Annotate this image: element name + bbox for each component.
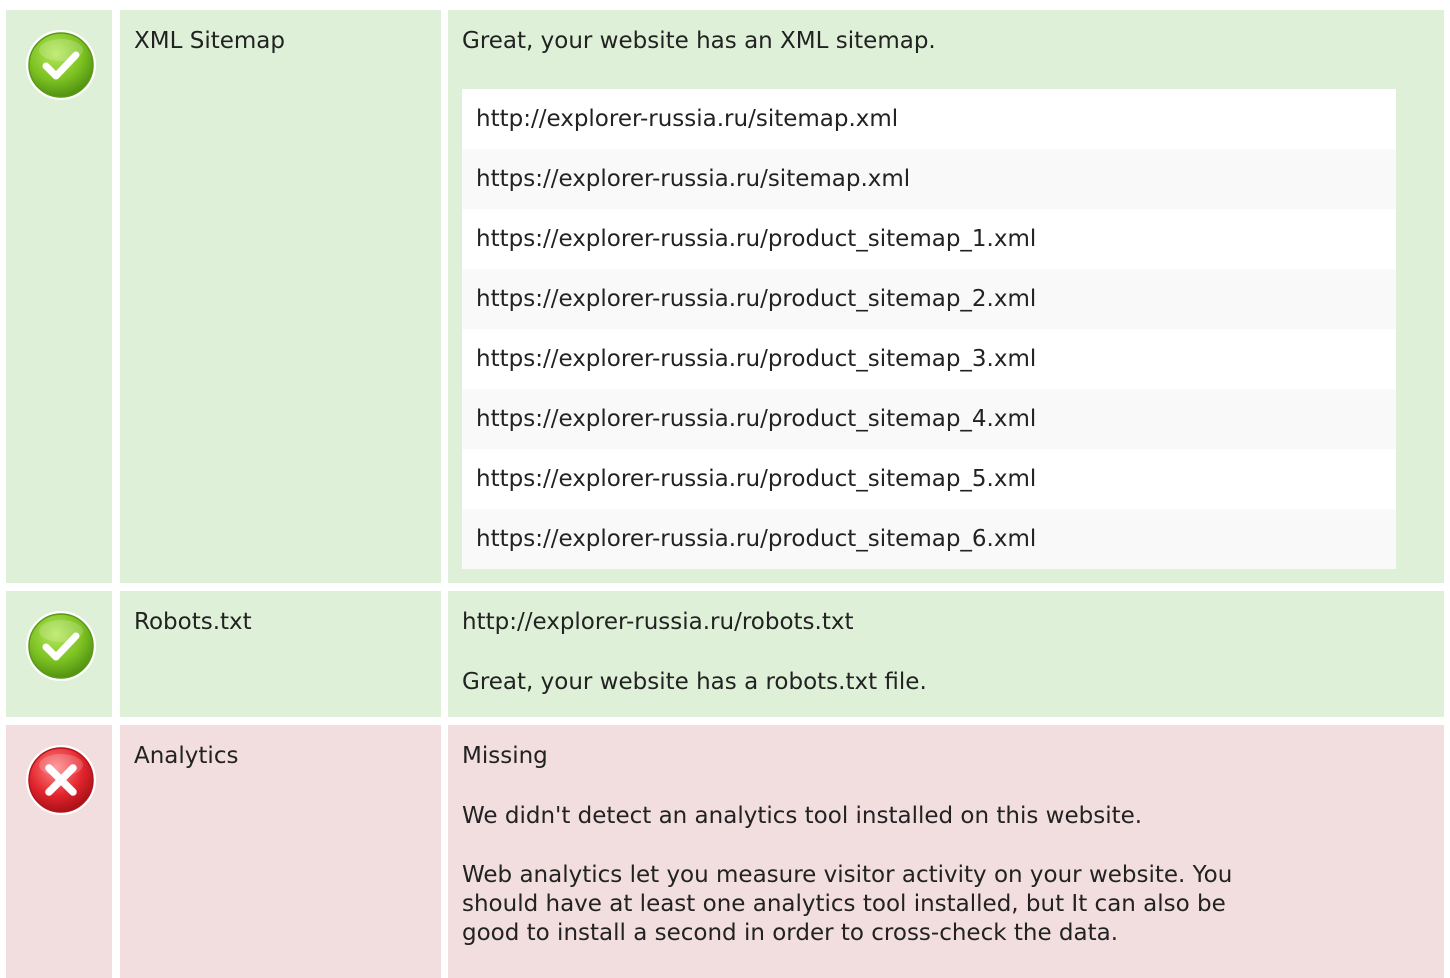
description-line: Web analytics let you measure visitor ac…	[462, 862, 1233, 888]
status-cell	[6, 591, 112, 717]
status-cell	[6, 725, 112, 978]
check-row-robots-txt: Robots.txt http://explorer-russia.ru/rob…	[6, 591, 1444, 717]
check-circle-icon	[26, 611, 96, 681]
description-line: good to install a second in order to cro…	[462, 920, 1119, 946]
check-content-cell: Missing We didn't detect an analytics to…	[448, 725, 1444, 978]
sitemap-url: https://explorer-russia.ru/product_sitem…	[462, 449, 1396, 509]
check-message: We didn't detect an analytics tool insta…	[462, 803, 1143, 829]
check-label: Analytics	[134, 743, 239, 769]
description-line: should have at least one analytics tool …	[462, 891, 1226, 917]
sitemap-url: https://explorer-russia.ru/product_sitem…	[462, 389, 1396, 449]
cross-circle-icon	[26, 745, 96, 815]
check-description: Web analytics let you measure visitor ac…	[462, 861, 1430, 948]
sitemap-url: https://explorer-russia.ru/sitemap.xml	[462, 149, 1396, 209]
sitemap-url: https://explorer-russia.ru/product_sitem…	[462, 329, 1396, 389]
check-value: Missing	[462, 743, 548, 769]
sitemap-url: https://explorer-russia.ru/product_sitem…	[462, 509, 1396, 569]
sitemap-url: http://explorer-russia.ru/sitemap.xml	[462, 89, 1396, 149]
sitemap-url-list: http://explorer-russia.ru/sitemap.xml ht…	[462, 89, 1396, 569]
check-label-cell: Robots.txt	[120, 591, 441, 717]
check-content-cell: Great, your website has an XML sitemap. …	[448, 10, 1444, 583]
check-label-cell: Analytics	[120, 725, 441, 978]
status-cell	[6, 10, 112, 583]
check-label: Robots.txt	[134, 609, 252, 635]
check-row-xml-sitemap: XML Sitemap Great, your website has an X…	[6, 10, 1444, 583]
robots-url: http://explorer-russia.ru/robots.txt	[462, 609, 854, 635]
check-message: Great, your website has an XML sitemap.	[462, 28, 936, 54]
check-row-analytics: Analytics Missing We didn't detect an an…	[6, 725, 1444, 978]
sitemap-url: https://explorer-russia.ru/product_sitem…	[462, 209, 1396, 269]
check-content-cell: http://explorer-russia.ru/robots.txt Gre…	[448, 591, 1444, 717]
check-message: Great, your website has a robots.txt fil…	[462, 669, 927, 695]
sitemap-url: https://explorer-russia.ru/product_sitem…	[462, 269, 1396, 329]
check-label: XML Sitemap	[134, 28, 285, 54]
seo-report-table: XML Sitemap Great, your website has an X…	[0, 0, 1450, 978]
check-circle-icon	[26, 30, 96, 100]
check-label-cell: XML Sitemap	[120, 10, 441, 583]
